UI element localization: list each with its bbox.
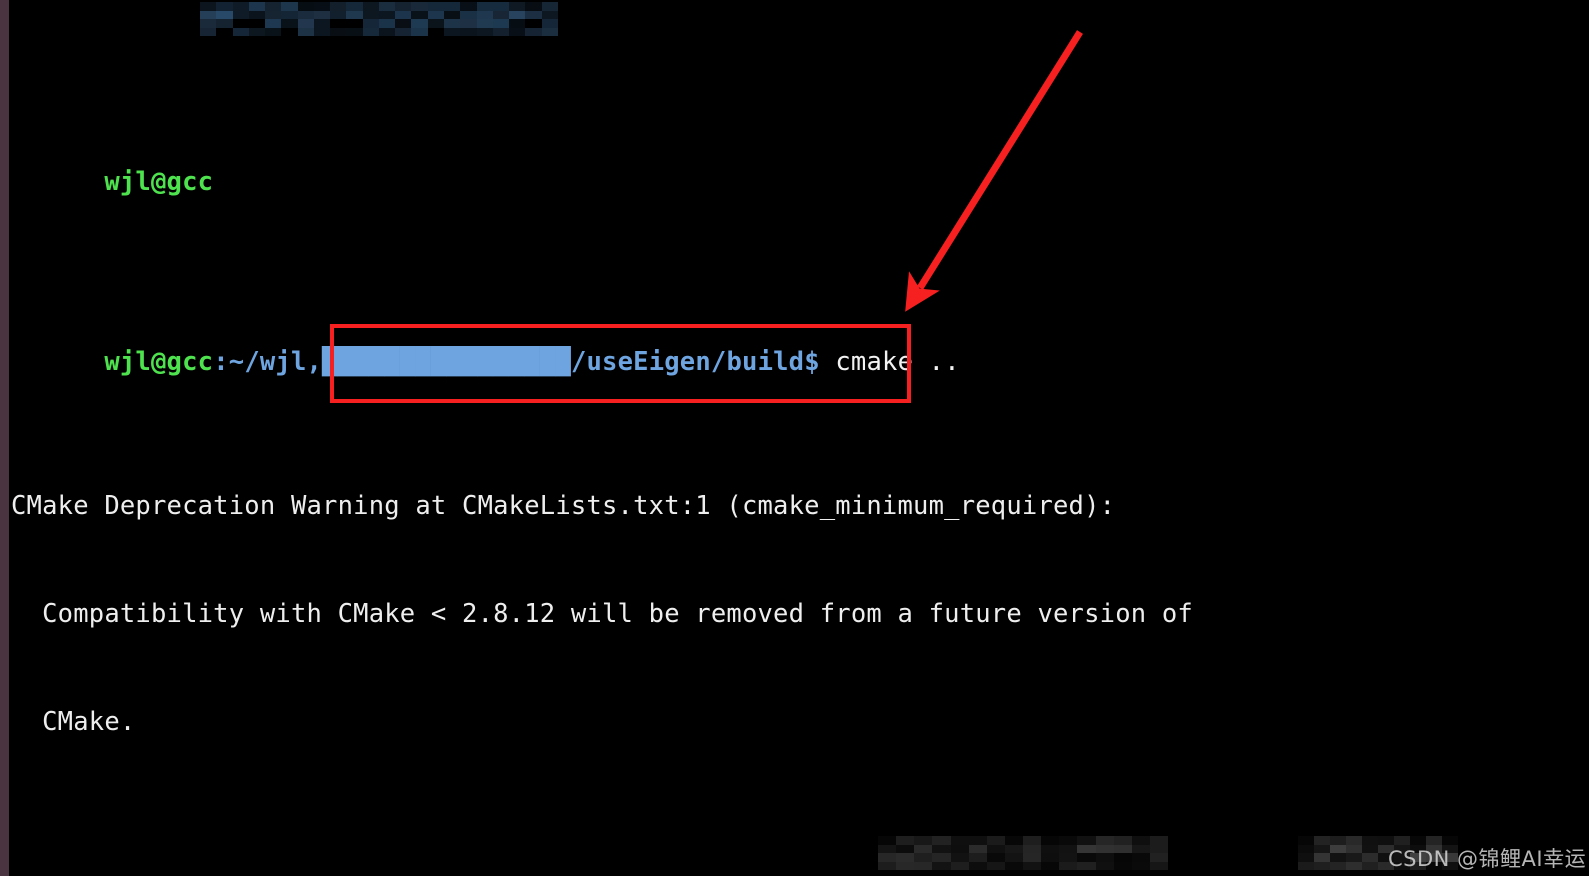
redaction-mosaic-build-path-1 — [878, 836, 1168, 870]
prompt-path-suffix: /useEigen/build — [570, 347, 805, 377]
prompt-separator: : — [213, 347, 229, 377]
prompt-user-host-partial: wjl@gcc — [104, 167, 214, 197]
output-line: CMake Deprecation Warning at CMakeLists.… — [11, 491, 1116, 521]
terminal-window: wjl@gcc wjl@gcc:~/wjl,████████████████/u… — [0, 0, 1589, 876]
csdn-watermark: CSDN @锦鲤AI幸运 — [1388, 847, 1587, 871]
output-line: Compatibility with CMake < 2.8.12 will b… — [11, 599, 1193, 629]
terminal-output: wjl@gcc wjl@gcc:~/wjl,████████████████/u… — [11, 0, 1589, 876]
output-line: CMake. — [11, 707, 136, 737]
redaction-mosaic-prompt — [200, 2, 558, 36]
prompt-line: wjl@gcc:~/wjl,████████████████/useEigen/… — [11, 308, 1589, 377]
window-left-edge — [0, 0, 9, 876]
prompt-command[interactable]: cmake .. — [820, 347, 960, 377]
prompt-sigil: $ — [804, 347, 820, 377]
prompt-path-prefix: ~/wjl, — [228, 347, 323, 377]
prompt-path-redacted: ████████████████ — [322, 347, 571, 377]
prompt-user-host: wjl@gcc — [104, 347, 214, 377]
terminal-line-partial: wjl@gcc — [11, 128, 1589, 197]
